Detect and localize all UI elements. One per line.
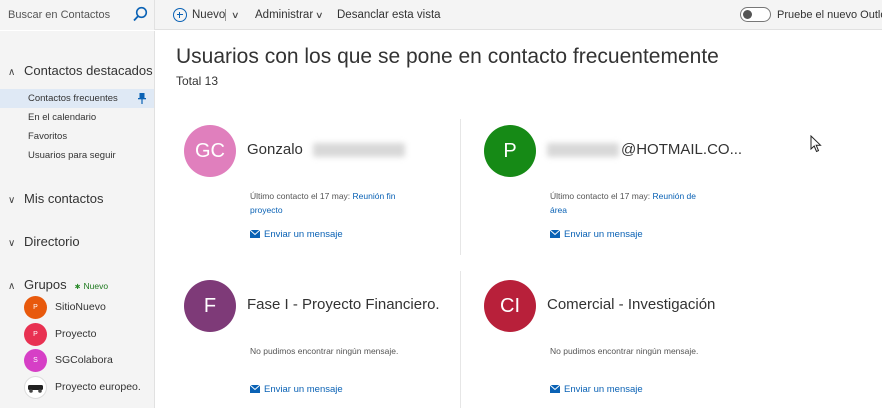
- group-name: Proyecto: [55, 328, 97, 340]
- group-avatar: [24, 376, 47, 399]
- contact-name[interactable]: Gonzalo: [247, 141, 406, 158]
- send-message-link[interactable]: Enviar un mensaje: [249, 229, 343, 240]
- new-button-label: Nuevo: [192, 9, 226, 21]
- top-command-bar: Nuevo ∨ Administrar∨ Desanclar esta vist…: [0, 0, 882, 30]
- new-button-separator: [225, 9, 226, 21]
- group-name: SitioNuevo: [55, 301, 106, 313]
- envelope-icon: [549, 385, 561, 394]
- redacted-text: [547, 143, 619, 158]
- last-contact-prefix: No pudimos encontrar ningún mensaje.: [250, 346, 399, 356]
- section-directory-label: Directorio: [24, 234, 80, 249]
- contact-name-text: Gonzalo: [247, 141, 303, 158]
- envelope-icon: [249, 385, 261, 394]
- section-featured-contacts[interactable]: ∧ Contactos destacados: [8, 63, 153, 78]
- send-message-label: Enviar un mensaje: [564, 229, 643, 240]
- group-avatar: P: [24, 296, 47, 319]
- last-contact-info: Último contacto el 17 may: Reunión de ár…: [550, 189, 710, 217]
- main-content: Usuarios con los que se pone en contacto…: [156, 31, 882, 408]
- contact-card[interactable]: GC Gonzalo Último contacto el 17 may: Re…: [184, 125, 484, 265]
- group-avatar: S: [24, 349, 47, 372]
- section-my-contacts[interactable]: ∨ Mis contactos: [8, 191, 103, 206]
- search-box: [0, 0, 155, 30]
- contact-name-text: @HOTMAIL.CO...: [621, 141, 743, 158]
- chevron-down-icon: ∨: [231, 10, 240, 20]
- contact-name[interactable]: Comercial - Investigación: [547, 296, 715, 313]
- contact-card[interactable]: P @HOTMAIL.CO... Último contacto el 17 m…: [484, 125, 784, 265]
- toggle-knob: [743, 10, 752, 19]
- last-contact-prefix: Último contacto el 17 may:: [250, 191, 351, 201]
- unpin-view-button[interactable]: Desanclar esta vista: [337, 0, 441, 30]
- manage-button-label: Administrar: [255, 9, 314, 21]
- envelope-icon: [249, 230, 261, 239]
- sidebar-item-people-to-follow[interactable]: Usuarios para seguir: [0, 146, 154, 165]
- group-logo-icon: [28, 385, 43, 393]
- send-message-link[interactable]: Enviar un mensaje: [249, 384, 343, 395]
- group-name: SGColabora: [55, 354, 113, 366]
- new-outlook-toggle[interactable]: [740, 7, 771, 22]
- new-badge[interactable]: Nuevo: [75, 281, 108, 291]
- chevron-down-icon: ∨: [8, 238, 16, 249]
- group-name: Proyecto europeo.: [55, 381, 141, 393]
- chevron-down-icon: ∨: [315, 10, 324, 20]
- contact-avatar[interactable]: F: [184, 280, 236, 332]
- send-message-label: Enviar un mensaje: [264, 229, 343, 240]
- section-directory[interactable]: ∨ Directorio: [8, 234, 80, 249]
- page-title: Usuarios con los que se pone en contacto…: [176, 45, 719, 68]
- new-dropdown-chevron[interactable]: ∨: [229, 0, 240, 30]
- send-message-label: Enviar un mensaje: [564, 384, 643, 395]
- search-input[interactable]: [8, 5, 128, 25]
- last-contact-info: Último contacto el 17 may: Reunión fin p…: [250, 189, 410, 217]
- send-message-label: Enviar un mensaje: [264, 384, 343, 395]
- contact-card[interactable]: CI Comercial - Investigación No pudimos …: [484, 280, 784, 408]
- pin-icon[interactable]: [138, 93, 146, 104]
- section-groups[interactable]: ∧ Grupos Nuevo: [8, 277, 108, 292]
- last-contact-info: No pudimos encontrar ningún mensaje.: [550, 344, 710, 358]
- contact-avatar[interactable]: P: [484, 125, 536, 177]
- new-outlook-toggle-label: Pruebe el nuevo Outlo: [777, 9, 882, 21]
- section-my-contacts-label: Mis contactos: [24, 191, 104, 206]
- search-icon[interactable]: [132, 6, 148, 22]
- contact-avatar[interactable]: GC: [184, 125, 236, 177]
- redacted-text: [313, 143, 406, 158]
- group-avatar: P: [24, 323, 47, 346]
- section-featured-contacts-label: Contactos destacados: [24, 63, 153, 78]
- sidebar-item-label: Contactos frecuentes: [28, 93, 118, 104]
- total-count: Total 13: [176, 74, 219, 88]
- chevron-down-icon: ∨: [8, 195, 16, 206]
- last-contact-prefix: No pudimos encontrar ningún mensaje.: [550, 346, 699, 356]
- send-message-link[interactable]: Enviar un mensaje: [549, 384, 643, 395]
- sidebar-item-frequent-contacts[interactable]: Contactos frecuentes: [0, 89, 154, 108]
- sidebar-item-calendar[interactable]: En el calendario: [0, 108, 154, 127]
- chevron-up-icon: ∧: [8, 281, 16, 292]
- contact-card[interactable]: F Fase I - Proyecto Financiero. No pudim…: [184, 280, 484, 408]
- manage-button[interactable]: Administrar ∨: [255, 0, 324, 30]
- chevron-up-icon: ∧: [8, 67, 16, 78]
- envelope-icon: [549, 230, 561, 239]
- send-message-link[interactable]: Enviar un mensaje: [549, 229, 643, 240]
- sidebar: ∧ Contactos destacados Contactos frecuent…: [0, 31, 155, 408]
- contact-name[interactable]: @HOTMAIL.CO...: [547, 141, 742, 158]
- sidebar-item-favorites[interactable]: Favoritos: [0, 127, 154, 146]
- last-contact-prefix: Último contacto el 17 may:: [550, 191, 651, 201]
- add-icon: [173, 8, 187, 22]
- contact-name[interactable]: Fase I - Proyecto Financiero.: [247, 296, 440, 313]
- mouse-cursor-icon: [810, 135, 822, 153]
- section-groups-label: Grupos: [24, 277, 67, 292]
- contact-avatar[interactable]: CI: [484, 280, 536, 332]
- last-contact-info: No pudimos encontrar ningún mensaje.: [250, 344, 410, 358]
